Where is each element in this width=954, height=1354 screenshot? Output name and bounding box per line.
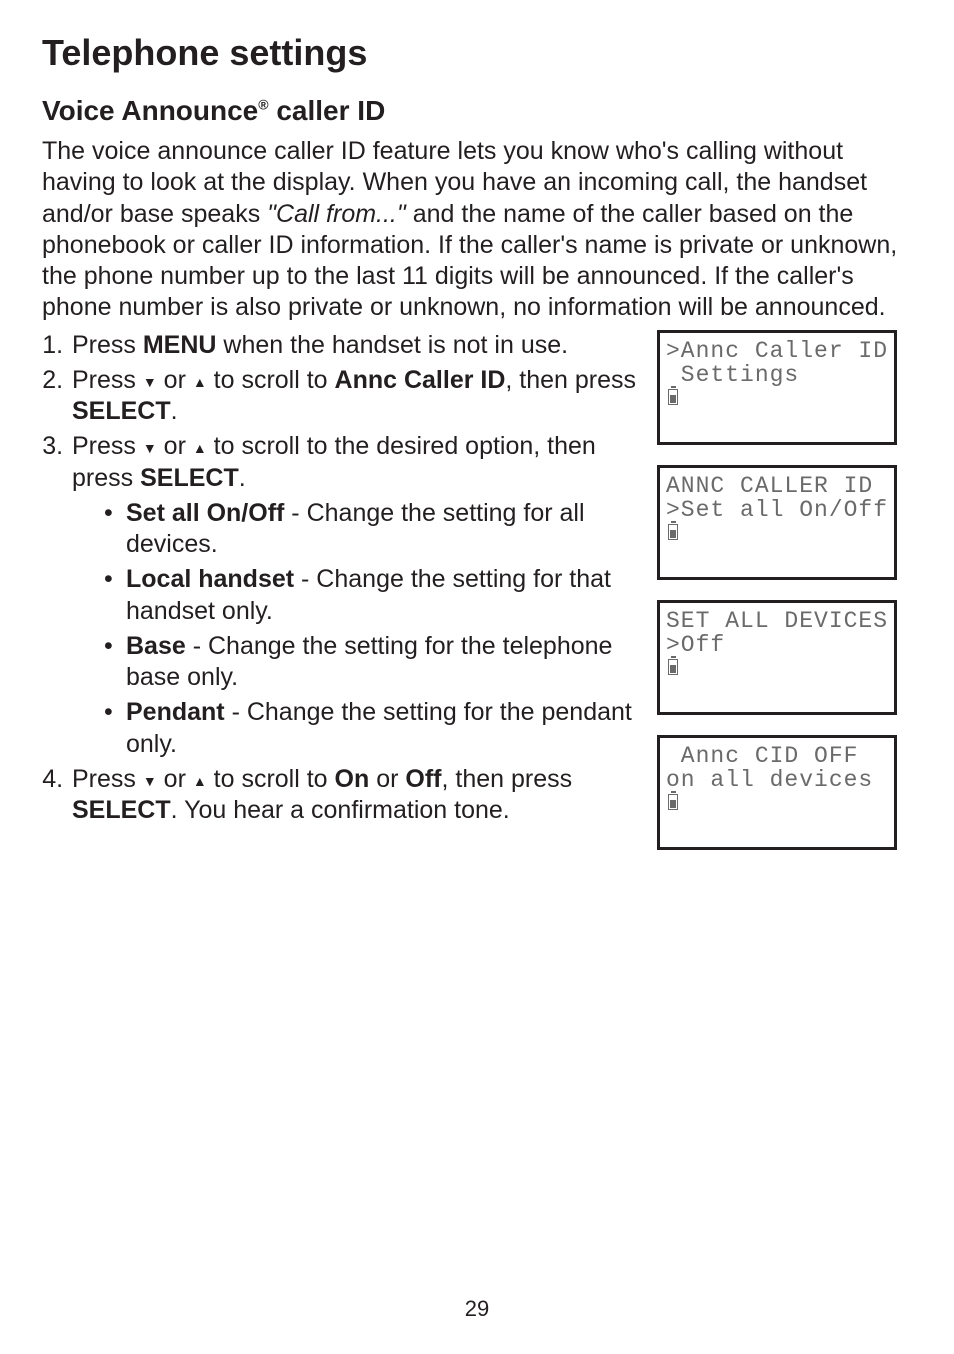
- battery-icon: [668, 659, 678, 675]
- battery-icon: [668, 794, 678, 810]
- screen-stack: >Annc Caller ID Settings ANNC CALLER ID …: [657, 330, 912, 850]
- page-number: 29: [0, 1295, 954, 1323]
- step-text: Press: [72, 331, 143, 359]
- battery-icon: [668, 389, 678, 405]
- step-text: to scroll to: [207, 366, 335, 394]
- lcd-line: on all devices: [666, 768, 888, 792]
- step-text: Press: [72, 765, 143, 793]
- step-text: or: [157, 366, 193, 394]
- screens-column: >Annc Caller ID Settings ANNC CALLER ID …: [657, 330, 912, 850]
- options-list: Set all On/Off - Change the setting for …: [72, 498, 645, 760]
- option-desc: - Change the setting for the telephone b…: [126, 632, 612, 691]
- step-text: .: [239, 464, 246, 492]
- lcd-screen-3: SET ALL DEVICES >Off: [657, 600, 897, 715]
- heading-part-1: Voice Announce: [42, 95, 258, 126]
- intro-quote: "Call from...": [267, 200, 406, 228]
- lcd-line: >Off: [666, 633, 888, 657]
- step-1: Press MENU when the handset is not in us…: [70, 330, 645, 361]
- intro-paragraph: The voice announce caller ID feature let…: [42, 136, 912, 324]
- option-base: Base - Change the setting for the teleph…: [104, 631, 645, 694]
- lcd-line: Annc CID OFF: [666, 744, 888, 768]
- step-text: Press: [72, 366, 143, 394]
- step-text: or: [369, 765, 405, 793]
- option-label: Base: [126, 632, 186, 660]
- option-label: Set all On/Off: [126, 499, 284, 527]
- key-select: SELECT: [140, 464, 239, 492]
- option-pendant: Pendant - Change the setting for the pen…: [104, 697, 645, 760]
- section-heading: Voice Announce® caller ID: [42, 93, 912, 128]
- step-text: , then press: [505, 366, 636, 394]
- down-arrow-icon: ▼: [143, 440, 157, 458]
- registered-symbol: ®: [258, 97, 268, 113]
- lcd-line: ANNC CALLER ID: [666, 474, 888, 498]
- value-on: On: [335, 765, 370, 793]
- menu-item-annc-caller-id: Annc Caller ID: [335, 366, 506, 394]
- step-2: Press ▼ or ▲ to scroll to Annc Caller ID…: [70, 365, 645, 428]
- lcd-line: Settings: [666, 363, 888, 387]
- step-3: Press ▼ or ▲ to scroll to the desired op…: [70, 431, 645, 760]
- step-text: to scroll to: [207, 765, 335, 793]
- manual-page: Telephone settings Voice Announce® calle…: [0, 0, 954, 1354]
- step-text: .: [171, 397, 178, 425]
- up-arrow-icon: ▲: [193, 773, 207, 791]
- lcd-line: >Set all On/Off: [666, 498, 888, 522]
- lcd-screen-4: Annc CID OFF on all devices: [657, 735, 897, 850]
- step-text: . You hear a confirmation tone.: [171, 796, 510, 824]
- up-arrow-icon: ▲: [193, 440, 207, 458]
- heading-part-2: caller ID: [269, 95, 386, 126]
- key-menu: MENU: [143, 331, 217, 359]
- content-row: Press MENU when the handset is not in us…: [42, 330, 912, 850]
- step-4: Press ▼ or ▲ to scroll to On or Off, the…: [70, 764, 645, 827]
- steps-list: Press MENU when the handset is not in us…: [42, 330, 645, 827]
- step-text: when the handset is not in use.: [216, 331, 568, 359]
- down-arrow-icon: ▼: [143, 773, 157, 791]
- value-off: Off: [405, 765, 441, 793]
- down-arrow-icon: ▼: [143, 374, 157, 392]
- up-arrow-icon: ▲: [193, 374, 207, 392]
- option-label: Pendant: [126, 698, 225, 726]
- option-label: Local handset: [126, 565, 294, 593]
- battery-icon: [668, 524, 678, 540]
- instructions-column: Press MENU when the handset is not in us…: [42, 330, 645, 850]
- option-local-handset: Local handset - Change the setting for t…: [104, 564, 645, 627]
- key-select: SELECT: [72, 397, 171, 425]
- lcd-line: SET ALL DEVICES: [666, 609, 888, 633]
- lcd-line: >Annc Caller ID: [666, 339, 888, 363]
- option-set-all: Set all On/Off - Change the setting for …: [104, 498, 645, 561]
- lcd-screen-2: ANNC CALLER ID >Set all On/Off: [657, 465, 897, 580]
- step-text: , then press: [441, 765, 572, 793]
- page-title: Telephone settings: [42, 30, 912, 75]
- step-text: or: [157, 765, 193, 793]
- step-text: or: [157, 432, 193, 460]
- key-select: SELECT: [72, 796, 171, 824]
- lcd-screen-1: >Annc Caller ID Settings: [657, 330, 897, 445]
- step-text: Press: [72, 432, 143, 460]
